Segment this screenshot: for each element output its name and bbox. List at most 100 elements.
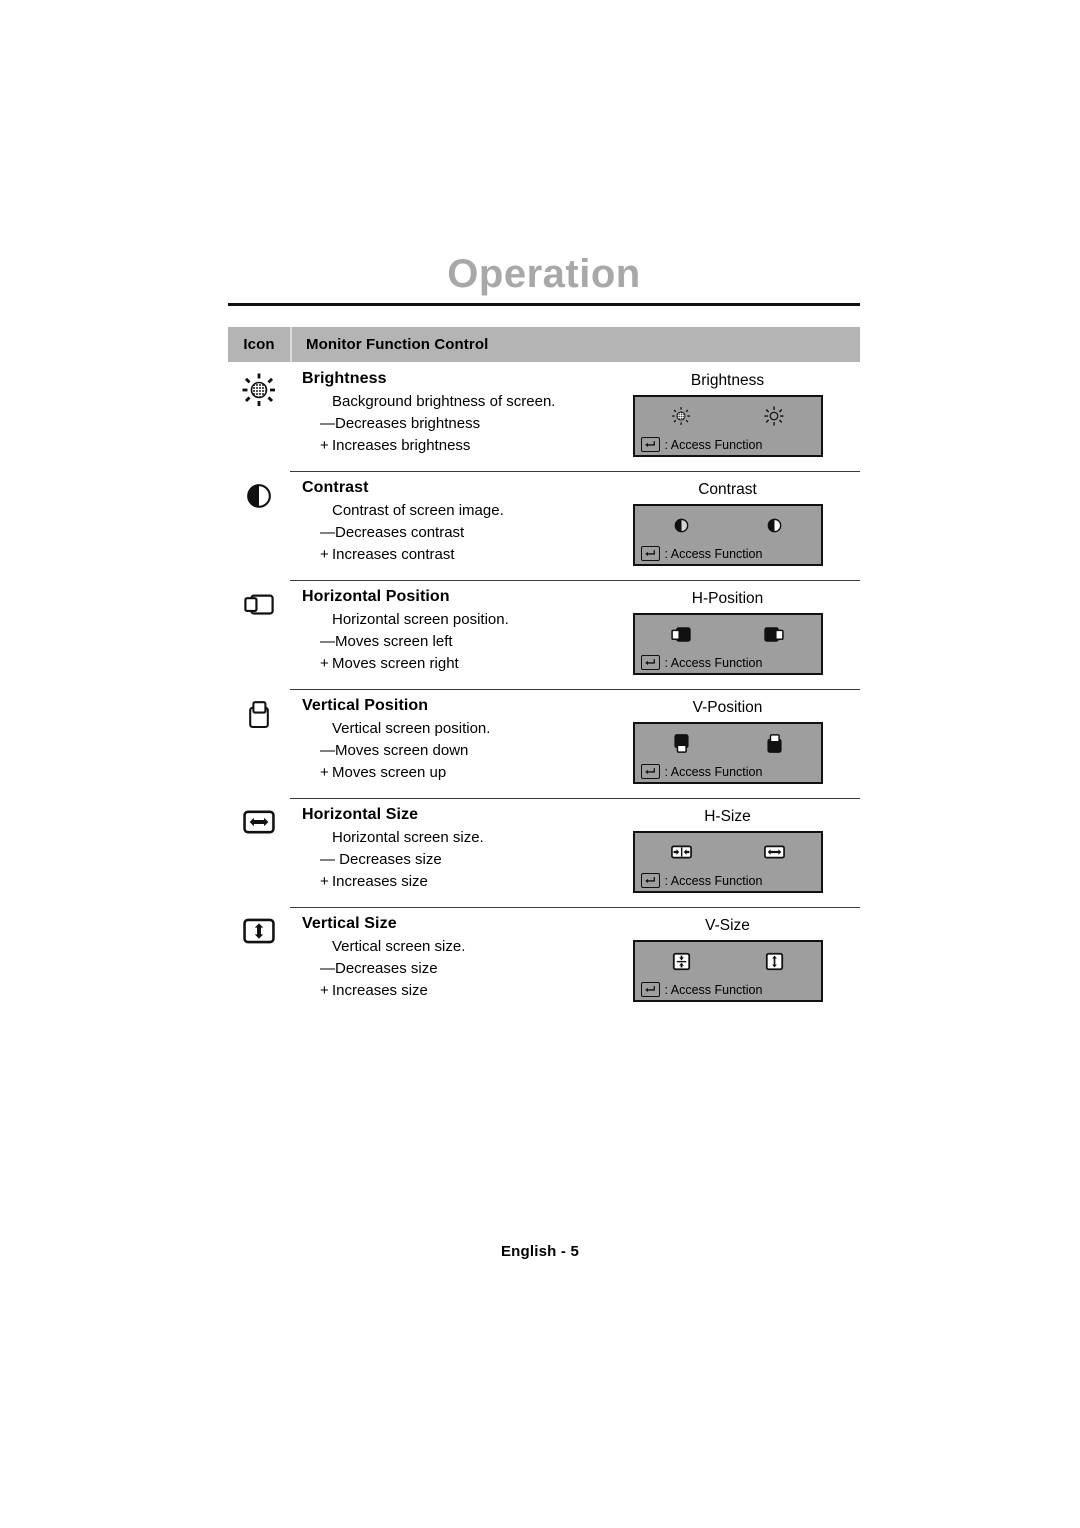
function-line: + Increases size (320, 980, 595, 1002)
v-size-increase-icon (765, 952, 784, 971)
row-text-column: Vertical Size Vertical screen size. —Dec… (290, 913, 595, 1002)
osd-right-slot (728, 517, 821, 534)
function-name: Contrast (302, 479, 369, 496)
function-line: —Decreases brightness (320, 413, 595, 435)
osd-footer-text: : Access Function (664, 437, 763, 452)
row-text-column: Brightness Background brightness of scre… (290, 368, 595, 457)
line-text: Contrast of screen image. (332, 502, 504, 519)
osd-label: V-Position (692, 699, 763, 716)
enter-key-icon (640, 546, 660, 561)
row-text-column: Contrast Contrast of screen image. —Decr… (290, 477, 595, 566)
osd-label: H-Position (691, 590, 764, 607)
row-icon-cell (228, 580, 290, 620)
brightness-high-icon (763, 405, 785, 427)
osd-footer: : Access Function (640, 873, 763, 888)
line-sign: — (320, 524, 335, 541)
contrast-low-icon (673, 517, 690, 534)
column-header-description: Monitor Function Control (306, 336, 489, 353)
row-icon-cell (228, 798, 290, 836)
line-text: Background brightness of screen. (332, 393, 556, 410)
osd-icon-row (635, 730, 821, 756)
osd-footer-text: : Access Function (664, 873, 763, 888)
osd-right-slot (728, 843, 821, 861)
osd-left-slot (635, 517, 728, 534)
function-line: + Increases size (320, 871, 595, 893)
manual-page: Operation Icon Monitor Function Control (0, 0, 1080, 1528)
table-row: Horizontal Size Horizontal screen size. … (228, 798, 860, 907)
function-name: Horizontal Size (302, 806, 419, 823)
osd-column: H-Size: Access Function (595, 804, 860, 893)
function-name: Vertical Position (302, 697, 429, 714)
line-sign: — (320, 960, 335, 977)
osd-column: V-Position: Access Function (595, 695, 860, 784)
line-sign: + (320, 873, 329, 890)
row-body: Vertical Size Vertical screen size. —Dec… (290, 907, 860, 1016)
v-position-down-icon (672, 732, 691, 755)
osd-icon-row (635, 948, 821, 974)
line-text: Horizontal screen size. (332, 829, 484, 846)
line-text: Increases contrast (332, 546, 455, 563)
contrast-high-icon (766, 517, 783, 534)
osd-label: V-Size (705, 917, 750, 934)
table-row: Brightness Background brightness of scre… (228, 362, 860, 471)
osd-left-slot (635, 405, 728, 427)
enter-key-icon (640, 437, 660, 452)
function-line: —Decreases contrast (320, 522, 595, 544)
row-icon-cell (228, 689, 290, 731)
osd-box: : Access Function (632, 940, 823, 1002)
line-sign: — (320, 633, 335, 650)
osd-box: : Access Function (632, 613, 823, 675)
osd-footer-text: : Access Function (664, 546, 763, 561)
v-size-icon (242, 917, 276, 945)
row-body: Contrast Contrast of screen image. —Decr… (290, 471, 860, 580)
function-line: — Decreases size (320, 849, 595, 871)
function-table: Brightness Background brightness of scre… (228, 362, 860, 1016)
table-row: Contrast Contrast of screen image. —Decr… (228, 471, 860, 580)
osd-column: H-Position: Access Function (595, 586, 860, 675)
osd-footer-text: : Access Function (664, 982, 763, 997)
osd-left-slot (635, 952, 728, 971)
h-size-icon (242, 808, 276, 836)
line-text: Decreases brightness (335, 415, 481, 432)
function-lines: Contrast of screen image. —Decreases con… (302, 499, 595, 566)
osd-label: H-Size (704, 808, 751, 825)
function-line: Horizontal screen size. (320, 827, 595, 849)
osd-column: V-Size: Access Function (595, 913, 860, 1002)
osd-icon-row (635, 512, 821, 538)
function-line: + Moves screen up (320, 762, 595, 784)
table-row: Vertical Position Vertical screen positi… (228, 689, 860, 798)
row-body: Horizontal Size Horizontal screen size. … (290, 798, 860, 907)
osd-left-slot (635, 625, 728, 644)
table-row: Vertical Size Vertical screen size. —Dec… (228, 907, 860, 1016)
line-text: Moves screen left (335, 633, 453, 650)
line-sign: — (320, 415, 335, 432)
line-sign: + (320, 982, 329, 999)
function-lines: Horizontal screen position. —Moves scree… (302, 608, 595, 675)
line-text: Vertical screen size. (332, 938, 466, 955)
brightness-low-icon (670, 405, 692, 427)
table-header: Icon Monitor Function Control (228, 327, 860, 362)
column-header-icon: Icon (243, 336, 275, 353)
h-position-right-icon (762, 625, 786, 644)
function-name: Brightness (302, 370, 387, 387)
function-line: + Moves screen right (320, 653, 595, 675)
v-size-decrease-icon (672, 952, 691, 971)
function-lines: Horizontal screen size. — Decreases size… (302, 826, 595, 893)
osd-right-slot (728, 732, 821, 755)
line-text: Decreases size (335, 960, 438, 977)
function-line: Background brightness of screen. (320, 391, 595, 413)
enter-key-icon (640, 873, 660, 888)
line-text: Decreases size (335, 851, 442, 868)
osd-footer: : Access Function (640, 437, 763, 452)
row-text-column: Horizontal Size Horizontal screen size. … (290, 804, 595, 893)
enter-key-icon (640, 655, 660, 670)
osd-icon-row (635, 403, 821, 429)
function-line: + Increases brightness (320, 435, 595, 457)
v-position-icon (244, 699, 274, 731)
function-name: Horizontal Position (302, 588, 450, 605)
line-text: Increases size (332, 982, 428, 999)
line-text: Increases brightness (332, 437, 471, 454)
osd-right-slot (728, 952, 821, 971)
line-sign: + (320, 437, 329, 454)
page-title: Operation (447, 252, 641, 296)
